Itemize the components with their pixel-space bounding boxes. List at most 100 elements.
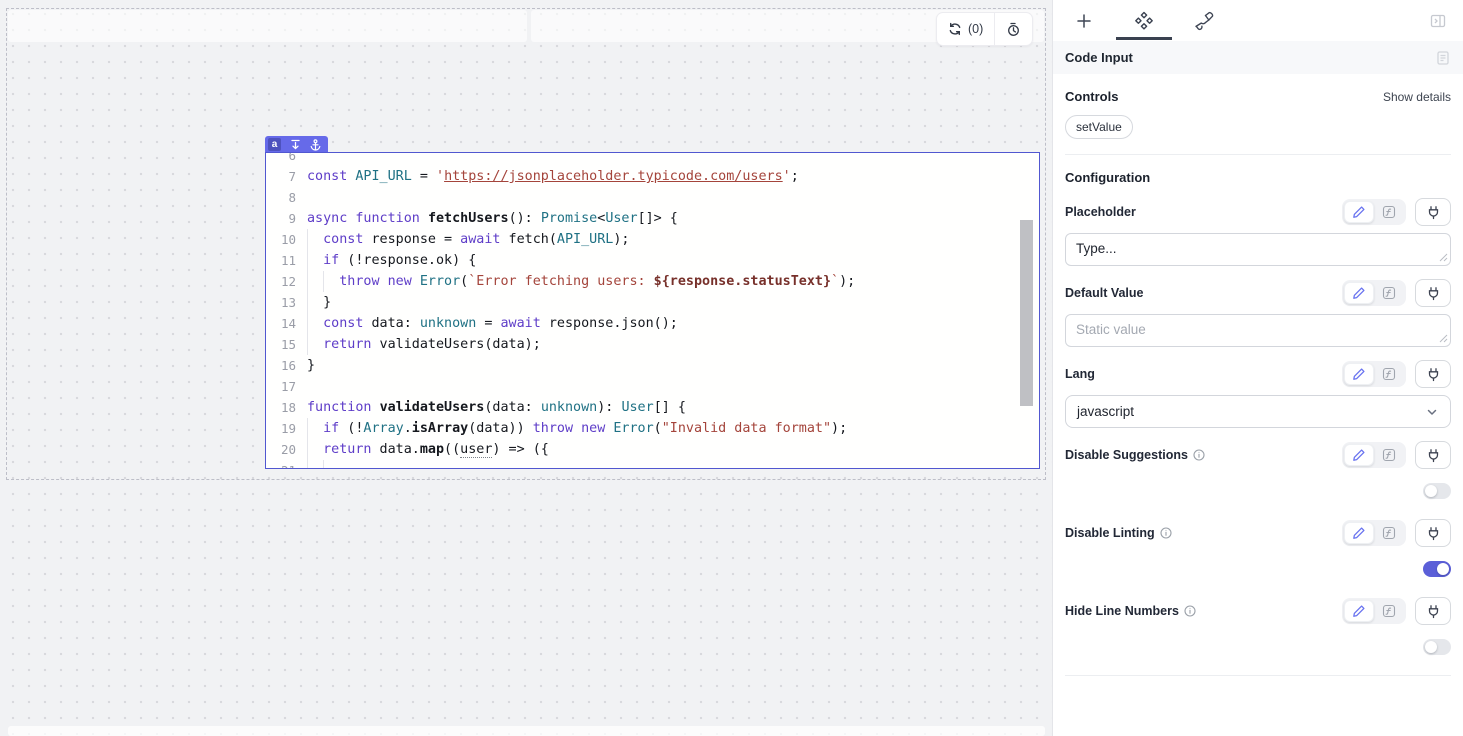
code-line[interactable]: 19 if (!Array.isArray(data)) throw new E… (266, 418, 1039, 439)
lang-connect-data-button[interactable] (1415, 360, 1451, 388)
history-button[interactable] (995, 13, 1032, 45)
code-line[interactable]: 14 const data: unknown = await response.… (266, 313, 1039, 334)
disable-suggestions-connect-data-button[interactable] (1415, 441, 1451, 469)
default-value-static-mode-button[interactable] (1344, 282, 1374, 304)
disable-linting-toggle[interactable] (1423, 561, 1451, 577)
code-line[interactable]: 7const API_URL = 'https://jsonplaceholde… (266, 166, 1039, 187)
editor-scrollbar-thumb[interactable] (1020, 220, 1033, 406)
default-value-label: Default Value (1065, 286, 1144, 300)
line-number: 11 (266, 250, 307, 271)
lang-expression-mode-button[interactable] (1374, 363, 1404, 385)
code-line[interactable]: 17 (266, 376, 1039, 397)
default-value-expression-mode-button[interactable] (1374, 282, 1404, 304)
code-text: async function fetchUsers(): Promise<Use… (307, 208, 1039, 229)
show-details-link[interactable]: Show details (1383, 90, 1451, 104)
disable-linting-expression-mode-button[interactable] (1374, 522, 1404, 544)
code-text: } (307, 292, 1039, 313)
controls-title: Controls (1065, 89, 1118, 104)
anchor-icon[interactable] (310, 139, 321, 151)
component-header: Code Input (1053, 41, 1463, 74)
app: (0) a (0, 0, 1463, 736)
disable-linting-binding-controls (1342, 519, 1451, 547)
info-icon[interactable] (1160, 527, 1172, 539)
control-chip-setValue[interactable]: setValue (1065, 115, 1133, 139)
inspector-panel: Code Input Controls Show details setValu… (1052, 0, 1463, 736)
code-line[interactable]: 9async function fetchUsers(): Promise<Us… (266, 208, 1039, 229)
placeholder-mode-segmented (1342, 199, 1406, 225)
code-line[interactable]: 6 (266, 152, 1039, 166)
paintbrush-icon (1194, 11, 1214, 31)
tab-add-component[interactable] (1073, 10, 1095, 32)
components-icon (1133, 10, 1155, 32)
code-line[interactable]: 20 return data.map((user) => ({ (266, 439, 1039, 460)
code-line[interactable]: 8 (266, 187, 1039, 208)
disable-linting-static-mode-button[interactable] (1344, 522, 1374, 544)
disable-suggestions-mode-segmented (1342, 442, 1406, 468)
collapse-panel-button[interactable] (1427, 10, 1449, 32)
component-tag[interactable]: a (265, 136, 328, 153)
info-icon[interactable] (1184, 605, 1196, 617)
config-field-disable-linting: Disable Linting (1065, 519, 1451, 577)
lang-label: Lang (1065, 367, 1095, 381)
hide-line-numbers-label-text: Hide Line Numbers (1065, 604, 1179, 618)
code-text (307, 187, 1039, 208)
tab-component-properties[interactable] (1133, 10, 1155, 32)
disable-suggestions-expression-mode-button[interactable] (1374, 444, 1404, 466)
footer-zone[interactable] (8, 726, 1045, 736)
placeholder-connect-data-button[interactable] (1415, 198, 1451, 226)
placeholder-input[interactable] (1065, 233, 1451, 266)
default-value-input[interactable] (1065, 314, 1451, 347)
plug-icon (1426, 205, 1441, 220)
hide-line-numbers-static-mode-button[interactable] (1344, 600, 1374, 622)
disable-suggestions-static-mode-button[interactable] (1344, 444, 1374, 466)
plug-icon (1426, 448, 1441, 463)
code-text (307, 460, 1039, 469)
lang-static-mode-button[interactable] (1344, 363, 1374, 385)
code-line[interactable]: 13 } (266, 292, 1039, 313)
code-input-component[interactable]: 67const API_URL = 'https://jsonplacehold… (265, 152, 1040, 469)
hide-line-numbers-toggle[interactable] (1423, 639, 1451, 655)
refresh-button[interactable]: (0) (937, 13, 994, 45)
canvas[interactable]: (0) a (0, 0, 1052, 736)
lang-select[interactable]: javascript (1065, 395, 1451, 428)
fx-icon (1382, 367, 1396, 381)
code-text: function validateUsers(data: unknown): U… (307, 397, 1039, 418)
toggle-knob (1425, 641, 1437, 653)
code-line[interactable]: 11 if (!response.ok) { (266, 250, 1039, 271)
placeholder-expression-mode-button[interactable] (1374, 201, 1404, 223)
line-number: 10 (266, 229, 307, 250)
code-line[interactable]: 18function validateUsers(data: unknown):… (266, 397, 1039, 418)
component-title: Code Input (1065, 50, 1133, 65)
component-tag-label: a (268, 138, 281, 151)
disable-linting-label: Disable Linting (1065, 526, 1172, 540)
line-number: 7 (266, 166, 307, 187)
code-line[interactable]: 10 const response = await fetch(API_URL)… (266, 229, 1039, 250)
controls-section: Controls Show details setValue (1053, 89, 1463, 155)
line-number: 13 (266, 292, 307, 313)
tab-appearance[interactable] (1193, 10, 1215, 32)
config-field-hide-line-numbers: Hide Line Numbers (1065, 597, 1451, 655)
header-zone-left[interactable] (8, 10, 527, 42)
code-text: const data: unknown = await response.jso… (307, 313, 1039, 334)
info-icon[interactable] (1193, 449, 1205, 461)
disable-suggestions-label: Disable Suggestions (1065, 448, 1205, 462)
pencil-icon (1352, 448, 1366, 462)
default-value-connect-data-button[interactable] (1415, 279, 1451, 307)
disable-linting-label-text: Disable Linting (1065, 526, 1155, 540)
disable-linting-connect-data-button[interactable] (1415, 519, 1451, 547)
hide-line-numbers-connect-data-button[interactable] (1415, 597, 1451, 625)
line-number: 9 (266, 208, 307, 229)
code-line[interactable]: 12 throw new Error(`Error fetching users… (266, 271, 1039, 292)
code-line[interactable]: 16} (266, 355, 1039, 376)
code-line[interactable]: 21 (266, 460, 1039, 469)
code-text: return data.map((user) => ({ (307, 439, 1039, 460)
move-down-icon[interactable] (290, 139, 301, 150)
line-number: 19 (266, 418, 307, 439)
docs-icon[interactable] (1435, 50, 1451, 66)
line-number: 14 (266, 313, 307, 334)
placeholder-static-mode-button[interactable] (1344, 201, 1374, 223)
disable-suggestions-toggle[interactable] (1423, 483, 1451, 499)
code-line[interactable]: 15 return validateUsers(data); (266, 334, 1039, 355)
hide-line-numbers-expression-mode-button[interactable] (1374, 600, 1404, 622)
hide-line-numbers-label: Hide Line Numbers (1065, 604, 1196, 618)
